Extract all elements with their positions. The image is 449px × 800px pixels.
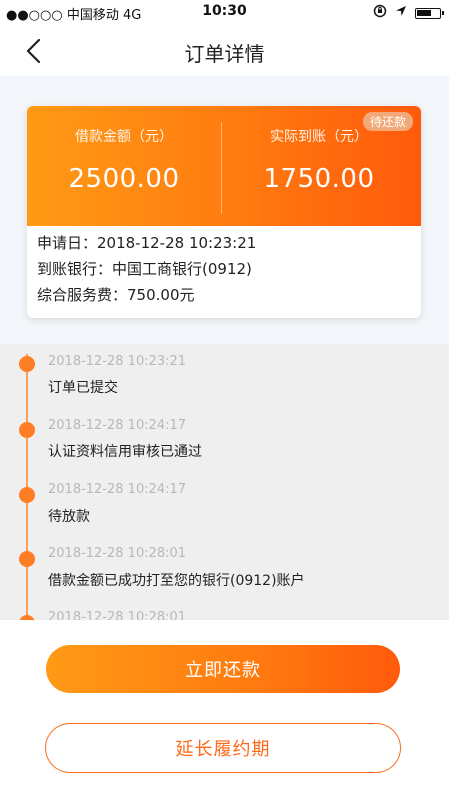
location-arrow-icon [395, 5, 407, 21]
timeline-text: 待放款 [48, 509, 90, 525]
nav-bar: 订单详情 [0, 24, 449, 76]
timeline-text: 借款金额已成功打至您的银行(0912)账户 [48, 573, 305, 589]
loan-amount-block: 借款金额（元） 2500.00 [27, 126, 221, 194]
receiving-bank: 到账银行：中国工商银行(0912) [37, 260, 252, 278]
timeline-time: 2018-12-28 10:23:21 [48, 354, 187, 369]
timeline-time: 2018-12-28 10:28:01 [48, 546, 187, 561]
status-icons [373, 4, 444, 22]
timeline-time: 2018-12-28 10:24:17 [48, 482, 187, 497]
timeline-dot [19, 487, 35, 503]
timeline-dot [19, 551, 35, 567]
order-timeline: 2018-12-28 10:23:21 订单已提交 2018-12-28 10:… [0, 344, 449, 620]
order-info: 申请日：2018-12-28 10:23:21 到账银行：中国工商银行(0912… [37, 230, 417, 308]
status-bar: ●●○○○ 中国移动 4G 10:30 [0, 0, 449, 24]
loan-amount-label: 借款金额（元） [75, 129, 173, 145]
timeline-text: 认证资料信用审核已通过 [48, 444, 202, 460]
rotation-lock-icon [373, 4, 387, 22]
service-fee: 综合服务费：750.00元 [37, 286, 195, 304]
extend-term-button[interactable]: 延长履约期 [45, 723, 401, 773]
page-title: 订单详情 [184, 42, 265, 66]
timeline-text: 订单已提交 [48, 380, 118, 396]
battery-icon [415, 7, 444, 19]
timeline-time: 2018-12-28 10:24:17 [48, 418, 187, 433]
loan-amount-value: 2500.00 [68, 164, 180, 194]
timeline-dot [19, 422, 35, 438]
repay-now-button[interactable]: 立即还款 [46, 645, 400, 693]
apply-date: 申请日：2018-12-28 10:23:21 [37, 234, 257, 252]
timeline-time: 2018-12-28 10:28:01 [48, 610, 187, 620]
timeline-dot [19, 356, 35, 372]
received-amount-value: 1750.00 [263, 164, 375, 194]
status-badge: 待还款 [362, 112, 413, 131]
amount-panel: 借款金额（元） 2500.00 实际到账（元） 1750.00 待还款 [27, 106, 421, 226]
received-amount-block: 实际到账（元） 1750.00 [222, 126, 416, 194]
order-summary-card: 借款金额（元） 2500.00 实际到账（元） 1750.00 待还款 申请日：… [27, 106, 421, 318]
